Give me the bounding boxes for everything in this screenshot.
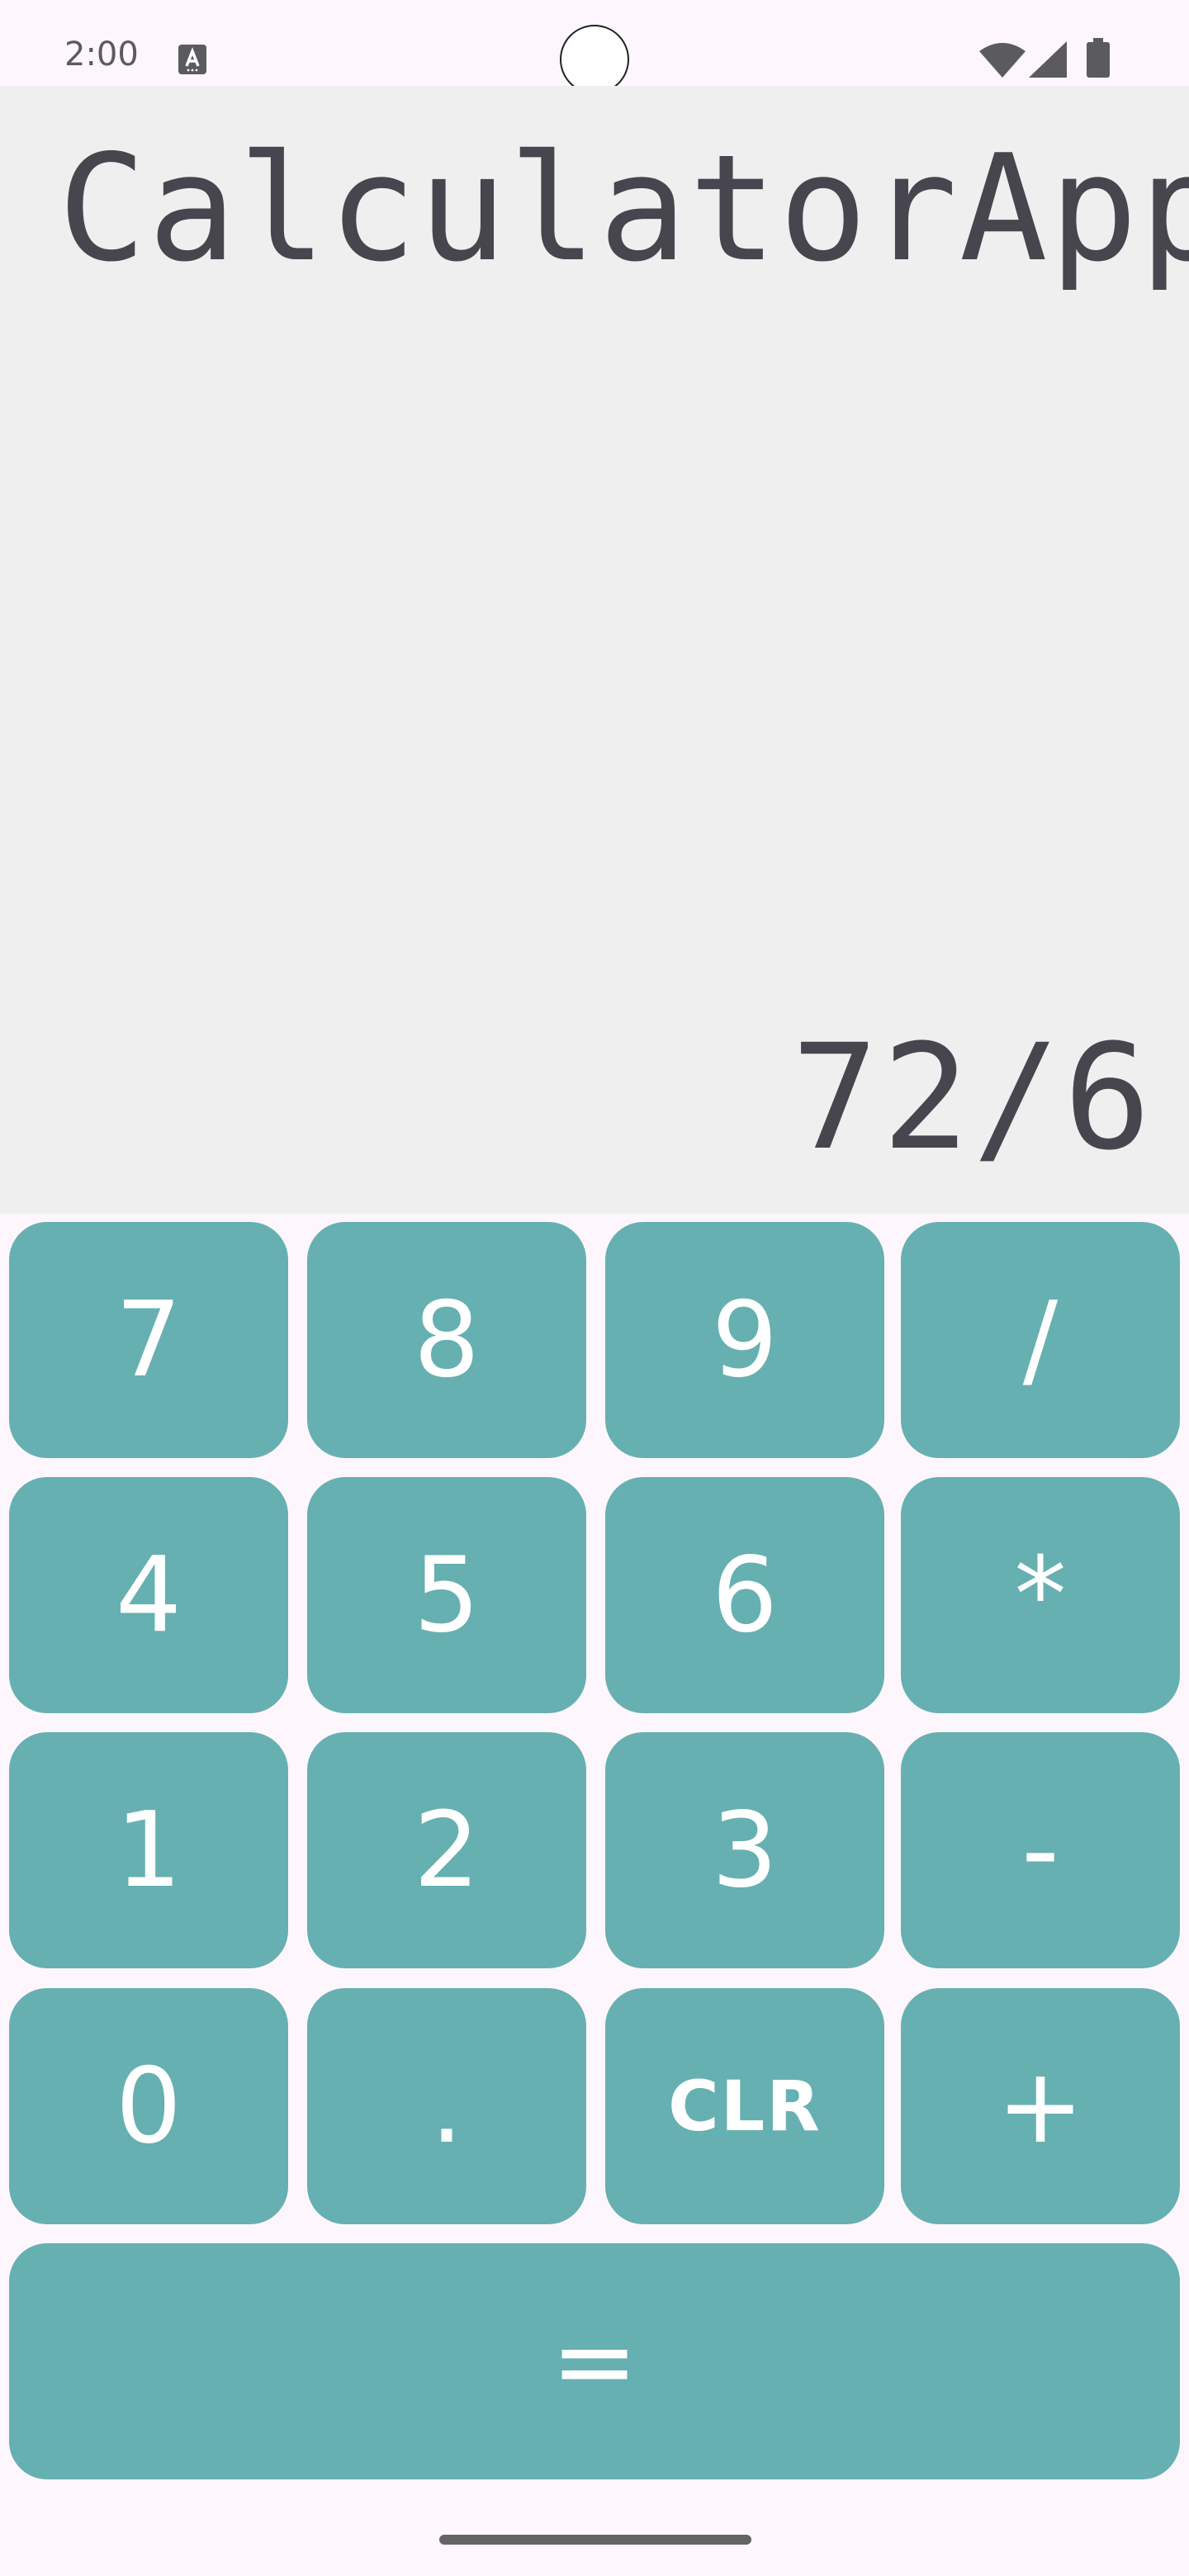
key-0[interactable]: 0: [9, 1988, 288, 2224]
key-subtract[interactable]: -: [901, 1732, 1180, 1968]
accessibility-a-icon: [178, 45, 206, 74]
key-divide[interactable]: /: [901, 1222, 1180, 1458]
signal-icon: [1029, 41, 1067, 78]
key-3[interactable]: 3: [605, 1732, 884, 1968]
status-bar: 2:00: [0, 0, 1189, 94]
home-indicator[interactable]: [439, 2535, 751, 2545]
key-4[interactable]: 4: [9, 1477, 288, 1713]
key-multiply[interactable]: *: [901, 1477, 1180, 1713]
battery-icon: [1087, 38, 1110, 78]
expression-readout: 72/6: [791, 1013, 1154, 1182]
key-2[interactable]: 2: [307, 1732, 586, 1968]
key-8[interactable]: 8: [307, 1222, 586, 1458]
status-time: 2:00: [64, 36, 139, 73]
keypad: 7 8 9 / 4 5 6 * 1 2 3 - 0 . CLR + =: [0, 1214, 1189, 2502]
key-equals[interactable]: =: [9, 2243, 1180, 2479]
camera-cutout: [560, 25, 629, 94]
key-9[interactable]: 9: [605, 1222, 884, 1458]
key-clear[interactable]: CLR: [605, 1988, 884, 2224]
key-add[interactable]: +: [901, 1988, 1180, 2224]
key-5[interactable]: 5: [307, 1477, 586, 1713]
key-decimal[interactable]: .: [307, 1988, 586, 2224]
key-7[interactable]: 7: [9, 1222, 288, 1458]
calculator-screen: 2:00 CalculatorApp 72/6 7 8 9 / 4 5 6 * …: [0, 0, 1189, 2576]
key-1[interactable]: 1: [9, 1732, 288, 1968]
calculator-display: CalculatorApp 72/6: [0, 86, 1189, 1214]
key-6[interactable]: 6: [605, 1477, 884, 1713]
app-title: CalculatorApp: [58, 123, 1189, 294]
wifi-icon: [979, 43, 1026, 78]
